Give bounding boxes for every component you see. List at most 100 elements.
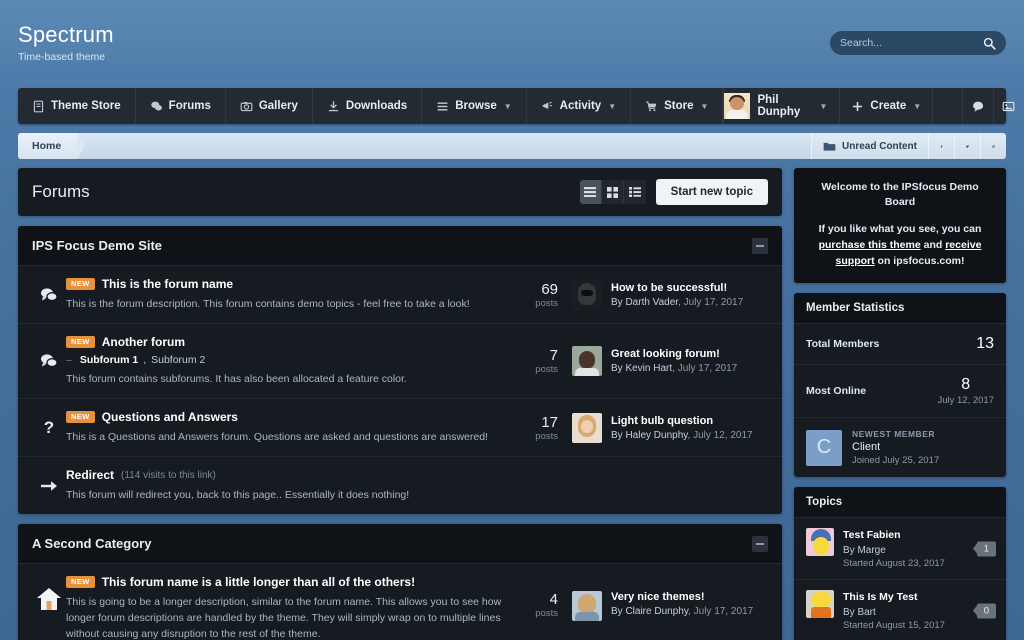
- post-count-value: 7: [549, 347, 558, 364]
- nav-label: Downloads: [345, 100, 408, 112]
- last-post-by: By Haley Dunphy,: [611, 429, 694, 441]
- category-title: A Second Category: [32, 536, 152, 551]
- compact-view-button[interactable]: [623, 180, 646, 204]
- search-input[interactable]: [840, 37, 983, 49]
- last-post-date: July 17, 2017: [683, 296, 744, 308]
- forum-name-line: NEW This forum name is a little longer t…: [66, 575, 504, 589]
- topic-title[interactable]: This Is My Test: [843, 590, 968, 604]
- breadcrumb-fill: [77, 133, 811, 159]
- subforum-link[interactable]: Subforum 2: [151, 354, 205, 366]
- breadcrumb-home-label: Home: [32, 140, 62, 152]
- last-post-text: Very nice themes! By Claire Dunphy, July…: [611, 591, 753, 617]
- comments-icon: [41, 354, 58, 368]
- chevron-down-icon: ▼: [700, 101, 709, 111]
- twitter-button[interactable]: [954, 133, 980, 159]
- post-count-label: posts: [535, 297, 558, 309]
- create-button[interactable]: Create ▼: [840, 88, 934, 124]
- camera-icon: [240, 101, 253, 111]
- site-header: Spectrum Time-based theme: [0, 0, 1024, 88]
- nav-item-forums[interactable]: Forums: [136, 88, 226, 124]
- facebook-icon: [940, 144, 943, 148]
- last-post-title[interactable]: Very nice themes!: [611, 591, 753, 603]
- last-post-author[interactable]: Kevin Hart: [625, 363, 672, 374]
- redirect-visits: (114 visits to this link): [121, 469, 216, 481]
- nav-item-store[interactable]: Store ▼: [631, 88, 724, 124]
- forum-description: This is the forum description. This foru…: [66, 298, 470, 310]
- purchase-theme-link[interactable]: purchase this theme: [819, 239, 921, 251]
- subforum-link[interactable]: Subforum 1: [80, 354, 138, 366]
- page-header: Forums Start new topic: [18, 168, 782, 216]
- forum-name[interactable]: Redirect: [66, 468, 114, 482]
- forum-name-line: NEW Questions and Answers: [66, 410, 504, 424]
- breadcrumb: Home Unread Content: [18, 133, 1006, 159]
- collapse-category-button[interactable]: [752, 237, 768, 254]
- nav-globe-button[interactable]: [933, 88, 964, 124]
- stat-date: July 12, 2017: [937, 395, 994, 406]
- subforum-dash: –: [66, 354, 72, 366]
- forum-row[interactable]: NEW Another forum – Subforum 1, Subforum…: [18, 324, 782, 399]
- forum-row[interactable]: Redirect (114 visits to this link) This …: [18, 457, 782, 514]
- list-item[interactable]: This Is My Test By Bart Started August 1…: [794, 580, 1006, 640]
- forum-icon-cell: [32, 575, 66, 611]
- last-post-by: By Darth Vader,: [611, 296, 684, 308]
- last-post-title[interactable]: Light bulb question: [611, 415, 753, 427]
- facebook-button[interactable]: [928, 133, 954, 159]
- post-count-value: 4: [549, 591, 558, 608]
- nav-messages-button[interactable]: [963, 88, 994, 124]
- nav-item-theme-store[interactable]: Theme Store: [18, 88, 136, 124]
- avatar: [572, 412, 602, 443]
- topic-text: Test Fabien By Marge Started August 23, …: [843, 528, 994, 569]
- collapse-category-button[interactable]: [752, 535, 768, 552]
- document-icon: [33, 100, 44, 112]
- forum-name[interactable]: Another forum: [102, 335, 185, 349]
- forum-row[interactable]: NEW This is the forum name This is the f…: [18, 266, 782, 324]
- forum-name[interactable]: Questions and Answers: [102, 410, 238, 424]
- last-post-author[interactable]: Claire Dunphy: [625, 606, 688, 617]
- search-icon[interactable]: [983, 37, 996, 50]
- start-new-topic-button[interactable]: Start new topic: [655, 179, 768, 205]
- forum-info: Redirect (114 visits to this link) This …: [66, 468, 514, 503]
- topic-date: Started August 23, 2017: [843, 558, 945, 569]
- forum-name[interactable]: This is the forum name: [102, 277, 233, 291]
- nav-item-activity[interactable]: Activity ▼: [527, 88, 632, 124]
- nav-item-downloads[interactable]: Downloads: [313, 88, 423, 124]
- unread-content-button[interactable]: Unread Content: [811, 133, 928, 159]
- breadcrumb-home[interactable]: Home: [18, 133, 86, 159]
- forum-name[interactable]: This forum name is a little longer than …: [102, 575, 415, 589]
- grid-view-button[interactable]: [601, 180, 624, 204]
- topic-title[interactable]: Test Fabien: [843, 528, 968, 542]
- create-label: Create: [870, 100, 907, 112]
- user-menu[interactable]: Phil Dunphy ▼: [724, 88, 841, 124]
- nav-label: Theme Store: [51, 100, 121, 112]
- nav-item-browse[interactable]: Browse ▼: [422, 88, 527, 124]
- list-item[interactable]: Test Fabien By Marge Started August 23, …: [794, 518, 1006, 580]
- nav-images-button[interactable]: [994, 88, 1024, 124]
- nav-item-gallery[interactable]: Gallery: [226, 88, 313, 124]
- avatar: [572, 279, 602, 310]
- forum-description: This forum contains subforums. It has al…: [66, 373, 407, 385]
- plus-icon: [853, 101, 863, 111]
- unread-content-label: Unread Content: [842, 140, 917, 152]
- instagram-button[interactable]: [980, 133, 1006, 159]
- last-post-author[interactable]: Haley Dunphy: [625, 430, 687, 441]
- forum-row[interactable]: ? NEW Questions and Answers This is a Qu…: [18, 399, 782, 457]
- new-badge: NEW: [66, 278, 95, 290]
- forum-row[interactable]: NEW This forum name is a little longer t…: [18, 564, 782, 640]
- search-box[interactable]: [830, 31, 1006, 55]
- list-view-button[interactable]: [579, 180, 602, 204]
- newest-member[interactable]: C NEWEST MEMBER Client Joined July 25, 2…: [794, 418, 1006, 477]
- last-post-author[interactable]: Darth Vader: [625, 297, 678, 308]
- topic-reply-count: 0: [976, 603, 996, 618]
- welcome-title: Welcome to the IPSfocus Demo Board: [821, 181, 979, 208]
- forum-icon-cell: ?: [32, 418, 66, 438]
- welcome-text-b: and: [920, 239, 946, 251]
- last-post-title[interactable]: Great looking forum!: [611, 348, 737, 360]
- topic-date: Started August 15, 2017: [843, 620, 945, 631]
- globe-icon: [941, 100, 955, 112]
- topic-author: By Marge: [843, 545, 886, 556]
- forum-icon-cell: [32, 287, 66, 303]
- subforum-list: – Subforum 1, Subforum 2: [66, 354, 206, 366]
- comments-icon: [41, 287, 58, 301]
- last-post-title[interactable]: How to be successful!: [611, 282, 743, 294]
- newest-member-name[interactable]: Client: [852, 441, 939, 453]
